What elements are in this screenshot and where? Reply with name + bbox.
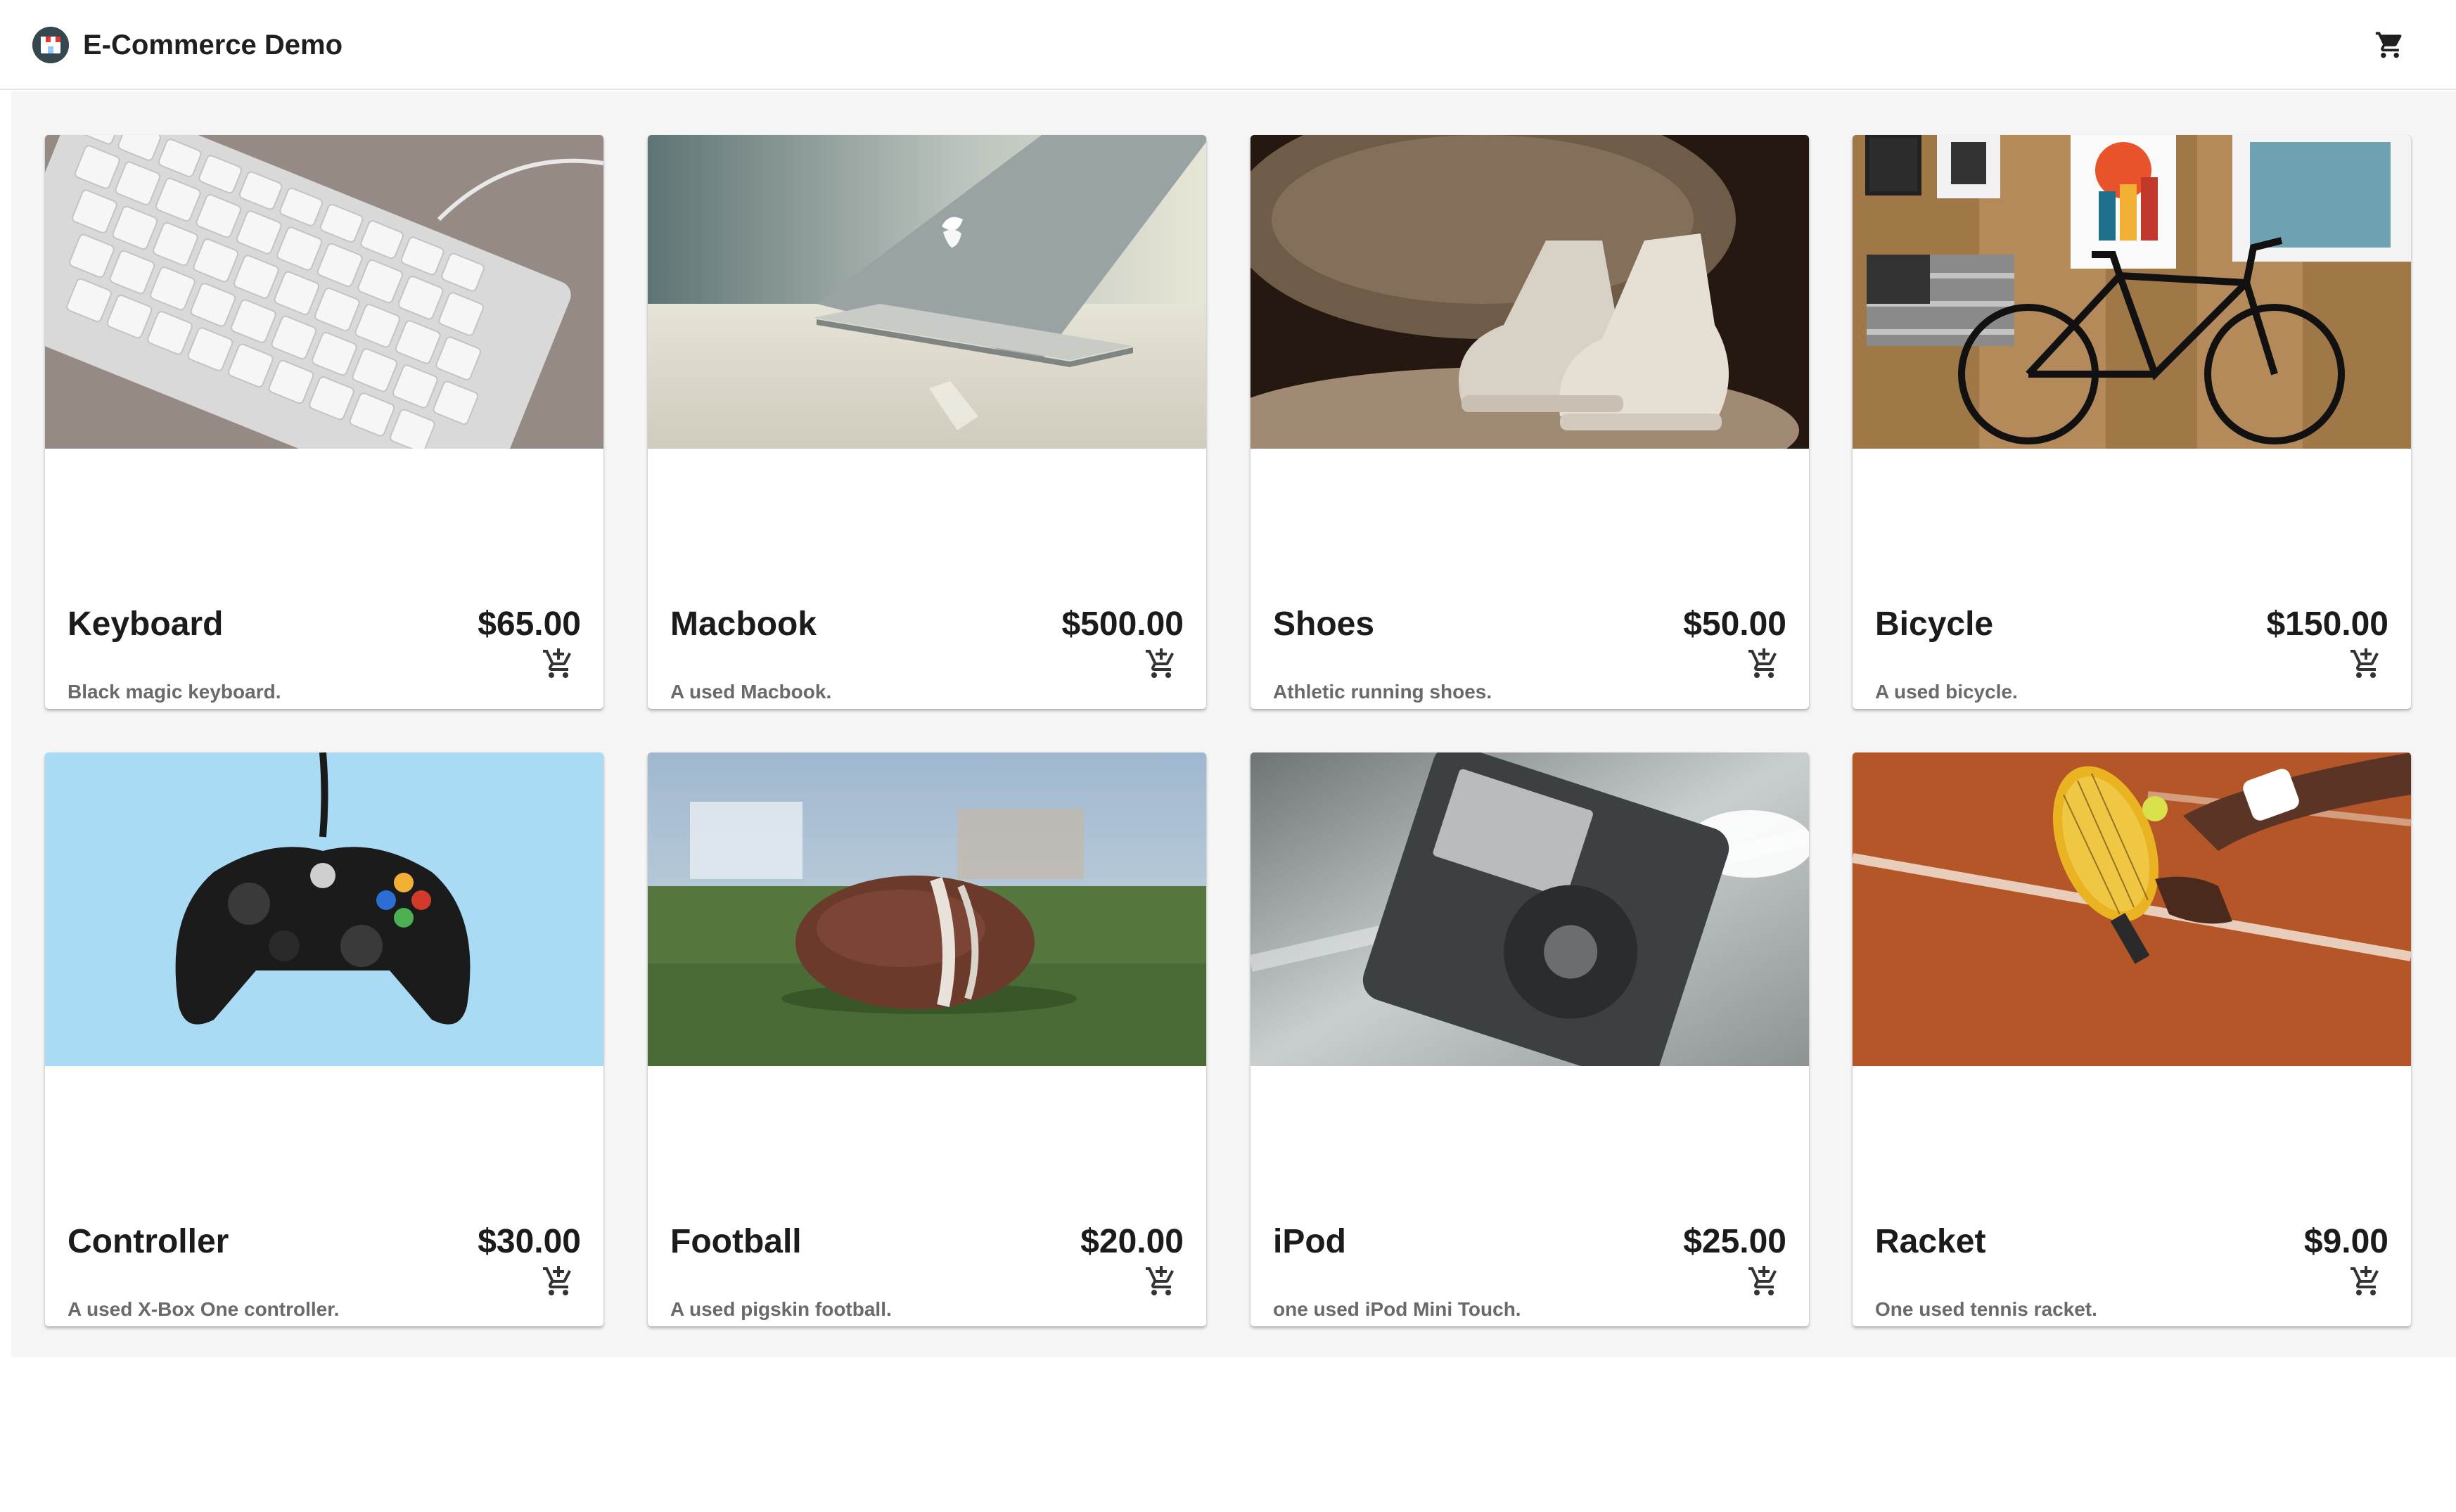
product-price: $25.00 <box>1683 1223 1786 1260</box>
add-to-cart-button[interactable] <box>542 647 575 681</box>
product-description: A used bicycle. <box>1875 681 2018 703</box>
product-card: iPod $25.00 one used iPod Mini Touch. <box>1251 752 1809 1326</box>
product-card: Racket $9.00 One used tennis racket. <box>1853 752 2411 1326</box>
add-shopping-cart-icon <box>2351 1266 2379 1295</box>
product-price: $20.00 <box>1080 1223 1184 1260</box>
add-to-cart-button[interactable] <box>1144 1264 1178 1298</box>
product-name: Controller <box>68 1223 229 1260</box>
shopping-cart-icon <box>2375 32 2402 58</box>
shop-logo-icon <box>32 27 69 63</box>
product-description: Black magic keyboard. <box>68 681 281 703</box>
ipod-photo <box>1251 752 1809 1066</box>
product-card: Shoes $50.00 Athletic running shoes. <box>1251 135 1809 709</box>
product-description: One used tennis racket. <box>1875 1298 2097 1320</box>
product-description: A used pigskin football. <box>670 1298 892 1320</box>
product-name: Racket <box>1875 1223 1986 1260</box>
product-card: Keyboard $65.00 Black magic keyboard. <box>45 135 603 709</box>
football-photo <box>648 752 1206 1066</box>
add-to-cart-button[interactable] <box>2349 647 2383 681</box>
cart-button[interactable] <box>2370 25 2410 65</box>
product-card: Bicycle $150.00 A used bicycle. <box>1853 135 2411 709</box>
add-shopping-cart-icon <box>1748 1266 1777 1295</box>
product-price: $9.00 <box>2303 1223 2388 1260</box>
app-bar: E-Commerce Demo <box>0 0 2456 90</box>
shoes-photo <box>1251 135 1809 449</box>
product-description: A used X-Box One controller. <box>68 1298 340 1320</box>
product-price: $30.00 <box>478 1223 581 1260</box>
product-name: iPod <box>1273 1223 1346 1260</box>
add-to-cart-button[interactable] <box>1747 1264 1781 1298</box>
add-shopping-cart-icon <box>1146 1266 1174 1295</box>
app-title: E-Commerce Demo <box>83 30 343 60</box>
product-name: Football <box>670 1223 802 1260</box>
add-shopping-cart-icon <box>1146 648 1174 678</box>
add-to-cart-button[interactable] <box>2349 1264 2383 1298</box>
product-price: $500.00 <box>1061 606 1184 643</box>
product-name: Macbook <box>670 606 817 643</box>
add-to-cart-button[interactable] <box>1144 647 1178 681</box>
product-description: A used Macbook. <box>670 681 832 703</box>
product-card: Football $20.00 A used pigskin football. <box>648 752 1206 1326</box>
macbook-photo <box>648 135 1206 449</box>
product-card: Controller $30.00 A used X-Box One contr… <box>45 752 603 1326</box>
controller-photo <box>45 752 603 1066</box>
add-shopping-cart-icon <box>543 1266 571 1295</box>
add-shopping-cart-icon <box>543 648 571 678</box>
product-price: $150.00 <box>2266 606 2388 643</box>
product-name: Shoes <box>1273 606 1375 643</box>
product-description: one used iPod Mini Touch. <box>1273 1298 1521 1320</box>
add-to-cart-button[interactable] <box>1747 647 1781 681</box>
add-to-cart-button[interactable] <box>542 1264 575 1298</box>
add-shopping-cart-icon <box>1748 648 1777 678</box>
product-name: Keyboard <box>68 606 224 643</box>
product-name: Bicycle <box>1875 606 1994 643</box>
product-price: $65.00 <box>478 606 581 643</box>
product-description: Athletic running shoes. <box>1273 681 1492 703</box>
product-card: Macbook $500.00 A used Macbook. <box>648 135 1206 709</box>
add-shopping-cart-icon <box>2351 648 2379 678</box>
keyboard-photo <box>45 135 603 449</box>
product-price: $50.00 <box>1683 606 1786 643</box>
bicycle-photo <box>1853 135 2411 449</box>
racket-photo <box>1853 752 2411 1066</box>
